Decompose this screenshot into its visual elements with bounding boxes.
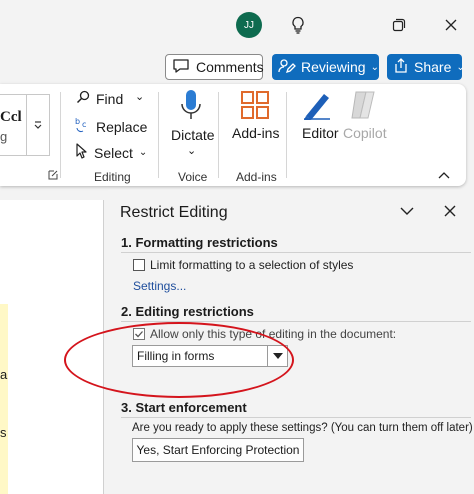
copilot-label: Copilot xyxy=(343,125,387,141)
reviewing-icon xyxy=(278,58,296,77)
find-dropdown-chevron-icon[interactable]: ⌄ xyxy=(135,90,144,103)
form-field-highlight xyxy=(0,304,8,494)
collapse-ribbon-chevron-up-icon[interactable] xyxy=(438,168,450,182)
editing-group-label: Editing xyxy=(94,170,131,184)
replace-icon: bc xyxy=(74,116,90,137)
editing-restrictions-heading: 2. Editing restrictions xyxy=(121,304,254,319)
cursor-arrow-icon xyxy=(76,143,88,162)
limit-formatting-label: Limit formatting to a selection of style… xyxy=(150,258,354,272)
document-canvas[interactable]: a s xyxy=(0,200,104,494)
chevron-down-icon: ⌄ xyxy=(370,61,379,73)
lightbulb-icon[interactable] xyxy=(287,14,309,36)
replace-label: Replace xyxy=(96,118,148,135)
enforcement-prompt: Are you ready to apply these settings? (… xyxy=(132,422,473,434)
formatting-restrictions-heading: 1. Formatting restrictions xyxy=(121,235,278,250)
chevron-down-icon: ⌄ xyxy=(456,61,465,73)
comments-button[interactable]: Comments xyxy=(165,54,264,80)
section-divider xyxy=(121,321,471,322)
styles-dialog-launcher-icon[interactable] xyxy=(48,170,58,183)
editing-type-select[interactable]: Filling in forms xyxy=(132,345,288,367)
start-enforcement-heading: 3. Start enforcement xyxy=(121,400,247,415)
restrict-editing-pane: Restrict Editing 1. Formatting restricti… xyxy=(108,190,474,494)
style-preview-sub: g xyxy=(0,129,8,144)
ribbon: Ccl g Find ⌄ bc Replace Select ⌄ Dictate… xyxy=(0,84,466,186)
formatting-settings-link[interactable]: Settings... xyxy=(133,279,186,293)
editor-label: Editor xyxy=(302,125,339,141)
dropdown-triangle-icon[interactable] xyxy=(267,346,287,366)
pane-options-chevron-down-icon[interactable] xyxy=(398,202,416,220)
section-divider xyxy=(121,252,471,253)
addins-button[interactable]: Add-ins xyxy=(232,125,279,141)
dictate-label: Dictate xyxy=(171,127,215,143)
svg-text:b: b xyxy=(75,117,80,126)
ribbon-divider xyxy=(158,92,159,178)
limit-formatting-checkbox[interactable] xyxy=(133,259,145,271)
copilot-icon xyxy=(346,88,380,127)
share-label: Share xyxy=(414,59,452,75)
share-button[interactable]: Share ⌄ xyxy=(387,54,465,80)
find-label: Find xyxy=(96,90,124,107)
pane-title: Restrict Editing xyxy=(120,204,228,221)
replace-button[interactable]: bc Replace xyxy=(74,116,147,137)
search-icon xyxy=(76,90,90,107)
chevron-down-icon: ⌄ xyxy=(138,147,148,158)
start-enforcing-protection-button[interactable]: Yes, Start Enforcing Protection xyxy=(132,438,304,462)
share-icon xyxy=(393,57,409,77)
editor-pen-icon xyxy=(300,88,334,127)
reviewing-mode-button[interactable]: Reviewing ⌄ xyxy=(272,54,379,80)
close-window-icon[interactable] xyxy=(440,14,462,36)
editor-button[interactable]: Editor xyxy=(302,125,339,141)
allow-only-editing-label: Allow only this type of editing in the d… xyxy=(150,327,397,341)
restore-window-icon[interactable] xyxy=(388,14,410,36)
comments-label: Comments xyxy=(196,59,264,75)
dictate-button[interactable]: Dictate xyxy=(171,127,215,143)
editing-type-value: Filling in forms xyxy=(137,349,215,363)
microphone-icon xyxy=(178,88,204,129)
addins-grid-icon xyxy=(240,90,270,125)
select-label: Select xyxy=(94,144,133,161)
allow-only-editing-checkbox[interactable] xyxy=(133,328,145,340)
style-preview-text: Ccl xyxy=(0,109,22,125)
document-text-fragment: a xyxy=(0,367,8,382)
section-divider xyxy=(121,417,471,418)
dictate-chevron-down-icon[interactable]: ⌄ xyxy=(187,144,196,157)
reviewing-label: Reviewing xyxy=(301,59,366,75)
styles-more-button[interactable] xyxy=(26,94,48,156)
addins-group-label: Add-ins xyxy=(236,170,277,184)
pane-close-icon[interactable] xyxy=(441,202,459,220)
svg-text:c: c xyxy=(82,120,86,129)
ribbon-divider xyxy=(60,92,61,178)
ribbon-divider xyxy=(286,92,287,178)
find-button[interactable]: Find xyxy=(76,90,123,107)
select-button[interactable]: Select ⌄ xyxy=(76,143,147,162)
copilot-button[interactable]: Copilot xyxy=(343,125,387,141)
document-text-fragment: s xyxy=(0,425,7,440)
addins-label: Add-ins xyxy=(232,125,280,141)
start-enforcing-label: Yes, Start Enforcing Protection xyxy=(136,443,300,457)
voice-group-label: Voice xyxy=(178,170,208,184)
avatar-initials: JJ xyxy=(244,19,254,31)
user-avatar[interactable]: JJ xyxy=(236,12,262,38)
ribbon-divider xyxy=(218,92,219,178)
comment-icon xyxy=(172,58,190,77)
